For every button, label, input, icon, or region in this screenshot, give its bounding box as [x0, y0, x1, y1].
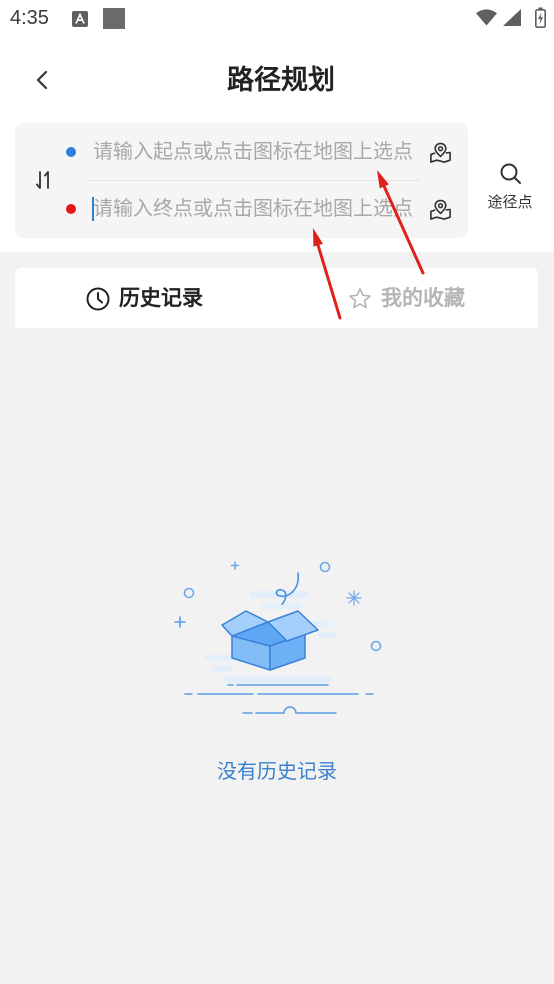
end-point-dot: [66, 204, 76, 214]
page-title: 路径规划: [227, 65, 335, 95]
swap-vertical-icon: [36, 171, 49, 189]
start-point-dot: [66, 147, 76, 157]
text-cursor: [92, 197, 94, 221]
tab-label: 历史记录: [119, 287, 203, 310]
signal-icon: [503, 9, 521, 26]
route-divider: [88, 180, 420, 181]
empty-box-illustration: [174, 561, 382, 714]
back-button[interactable]: [26, 62, 62, 98]
tab-history[interactable]: 历史记录: [15, 268, 276, 328]
notification-a-icon: [72, 11, 88, 27]
status-time: 4:35: [10, 7, 49, 29]
tab-label: 我的收藏: [381, 287, 465, 310]
status-bar: 4:35: [0, 0, 554, 38]
map-pin-icon: [430, 199, 451, 220]
waypoint-label: 途径点: [487, 194, 533, 211]
end-pick-on-map-button[interactable]: [429, 198, 452, 221]
swap-button[interactable]: [32, 166, 56, 194]
end-point-input[interactable]: [93, 194, 427, 224]
clock-icon: [86, 287, 110, 311]
search-icon: [500, 163, 521, 184]
chevron-left-icon: [36, 70, 48, 90]
star-icon: [349, 288, 371, 309]
wifi-icon: [476, 9, 497, 26]
notification-square-icon: [103, 8, 125, 29]
route-input-card: [15, 123, 468, 238]
battery-charging-icon: [535, 7, 546, 28]
tab-bar: 历史记录 我的收藏: [15, 268, 538, 328]
start-point-input[interactable]: [93, 137, 427, 167]
waypoint-button[interactable]: 途径点: [482, 158, 538, 216]
start-pick-on-map-button[interactable]: [429, 141, 452, 164]
map-pin-icon: [430, 142, 451, 163]
empty-state-message: 没有历史记录: [217, 761, 337, 783]
tab-favorites[interactable]: 我的收藏: [276, 268, 538, 328]
